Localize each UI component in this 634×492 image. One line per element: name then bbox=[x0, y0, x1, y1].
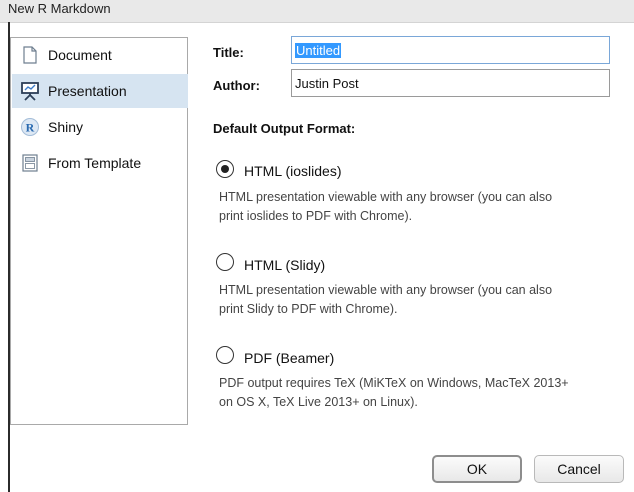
radio-html-ioslides[interactable] bbox=[216, 160, 234, 178]
option-description-pdf-beamer: PDF output requires TeX (MiKTeX on Windo… bbox=[219, 374, 619, 412]
option-label-pdf-beamer[interactable]: PDF (Beamer) bbox=[244, 350, 334, 366]
sidebar-item-shiny[interactable]: R Shiny bbox=[12, 110, 188, 144]
author-input[interactable]: Justin Post bbox=[291, 69, 610, 97]
option-description-html-slidy: HTML presentation viewable with any brow… bbox=[219, 281, 619, 319]
template-icon bbox=[20, 153, 40, 173]
author-label: Author: bbox=[213, 78, 260, 93]
radio-selected-dot bbox=[220, 164, 229, 173]
option-label-html-slidy[interactable]: HTML (Slidy) bbox=[244, 257, 325, 273]
svg-text:R: R bbox=[26, 121, 35, 135]
ok-button[interactable]: OK bbox=[432, 455, 522, 483]
title-input-value: Untitled bbox=[295, 42, 342, 58]
sidebar-item-from-template[interactable]: From Template bbox=[12, 146, 188, 180]
document-icon bbox=[20, 45, 40, 65]
title-input[interactable]: Untitled bbox=[291, 36, 610, 64]
option-label-html-ioslides[interactable]: HTML (ioslides) bbox=[244, 163, 342, 179]
cancel-button[interactable]: Cancel bbox=[534, 455, 624, 483]
sidebar-item-label: Shiny bbox=[48, 119, 84, 135]
description-line: print Slidy to PDF with Chrome). bbox=[219, 302, 398, 316]
output-format-heading: Default Output Format: bbox=[213, 121, 356, 136]
author-input-value: Justin Post bbox=[295, 75, 359, 91]
description-line: PDF output requires TeX (MiKTeX on Windo… bbox=[219, 376, 569, 390]
title-label: Title: bbox=[213, 45, 244, 60]
sidebar-item-label: Document bbox=[48, 47, 112, 63]
sidebar-item-presentation[interactable]: Presentation bbox=[12, 74, 188, 108]
description-line: HTML presentation viewable with any brow… bbox=[219, 190, 553, 204]
sidebar-item-label: From Template bbox=[48, 155, 142, 171]
window-titlebar: New R Markdown bbox=[0, 0, 634, 23]
sidebar-item-label: Presentation bbox=[48, 83, 127, 99]
option-description-html-ioslides: HTML presentation viewable with any brow… bbox=[219, 188, 619, 226]
description-line: on OS X, TeX Live 2013+ on Linux). bbox=[219, 395, 418, 409]
sidebar-item-document[interactable]: Document bbox=[12, 38, 188, 72]
description-line: HTML presentation viewable with any brow… bbox=[219, 283, 553, 297]
radio-html-slidy[interactable] bbox=[216, 253, 234, 271]
description-line: print ioslides to PDF with Chrome). bbox=[219, 209, 413, 223]
radio-pdf-beamer[interactable] bbox=[216, 346, 234, 364]
shiny-icon: R bbox=[20, 117, 40, 137]
presentation-icon bbox=[20, 81, 40, 101]
template-type-list: Document Presentation R Shiny From Templ… bbox=[10, 37, 188, 425]
window-title: New R Markdown bbox=[8, 1, 111, 16]
